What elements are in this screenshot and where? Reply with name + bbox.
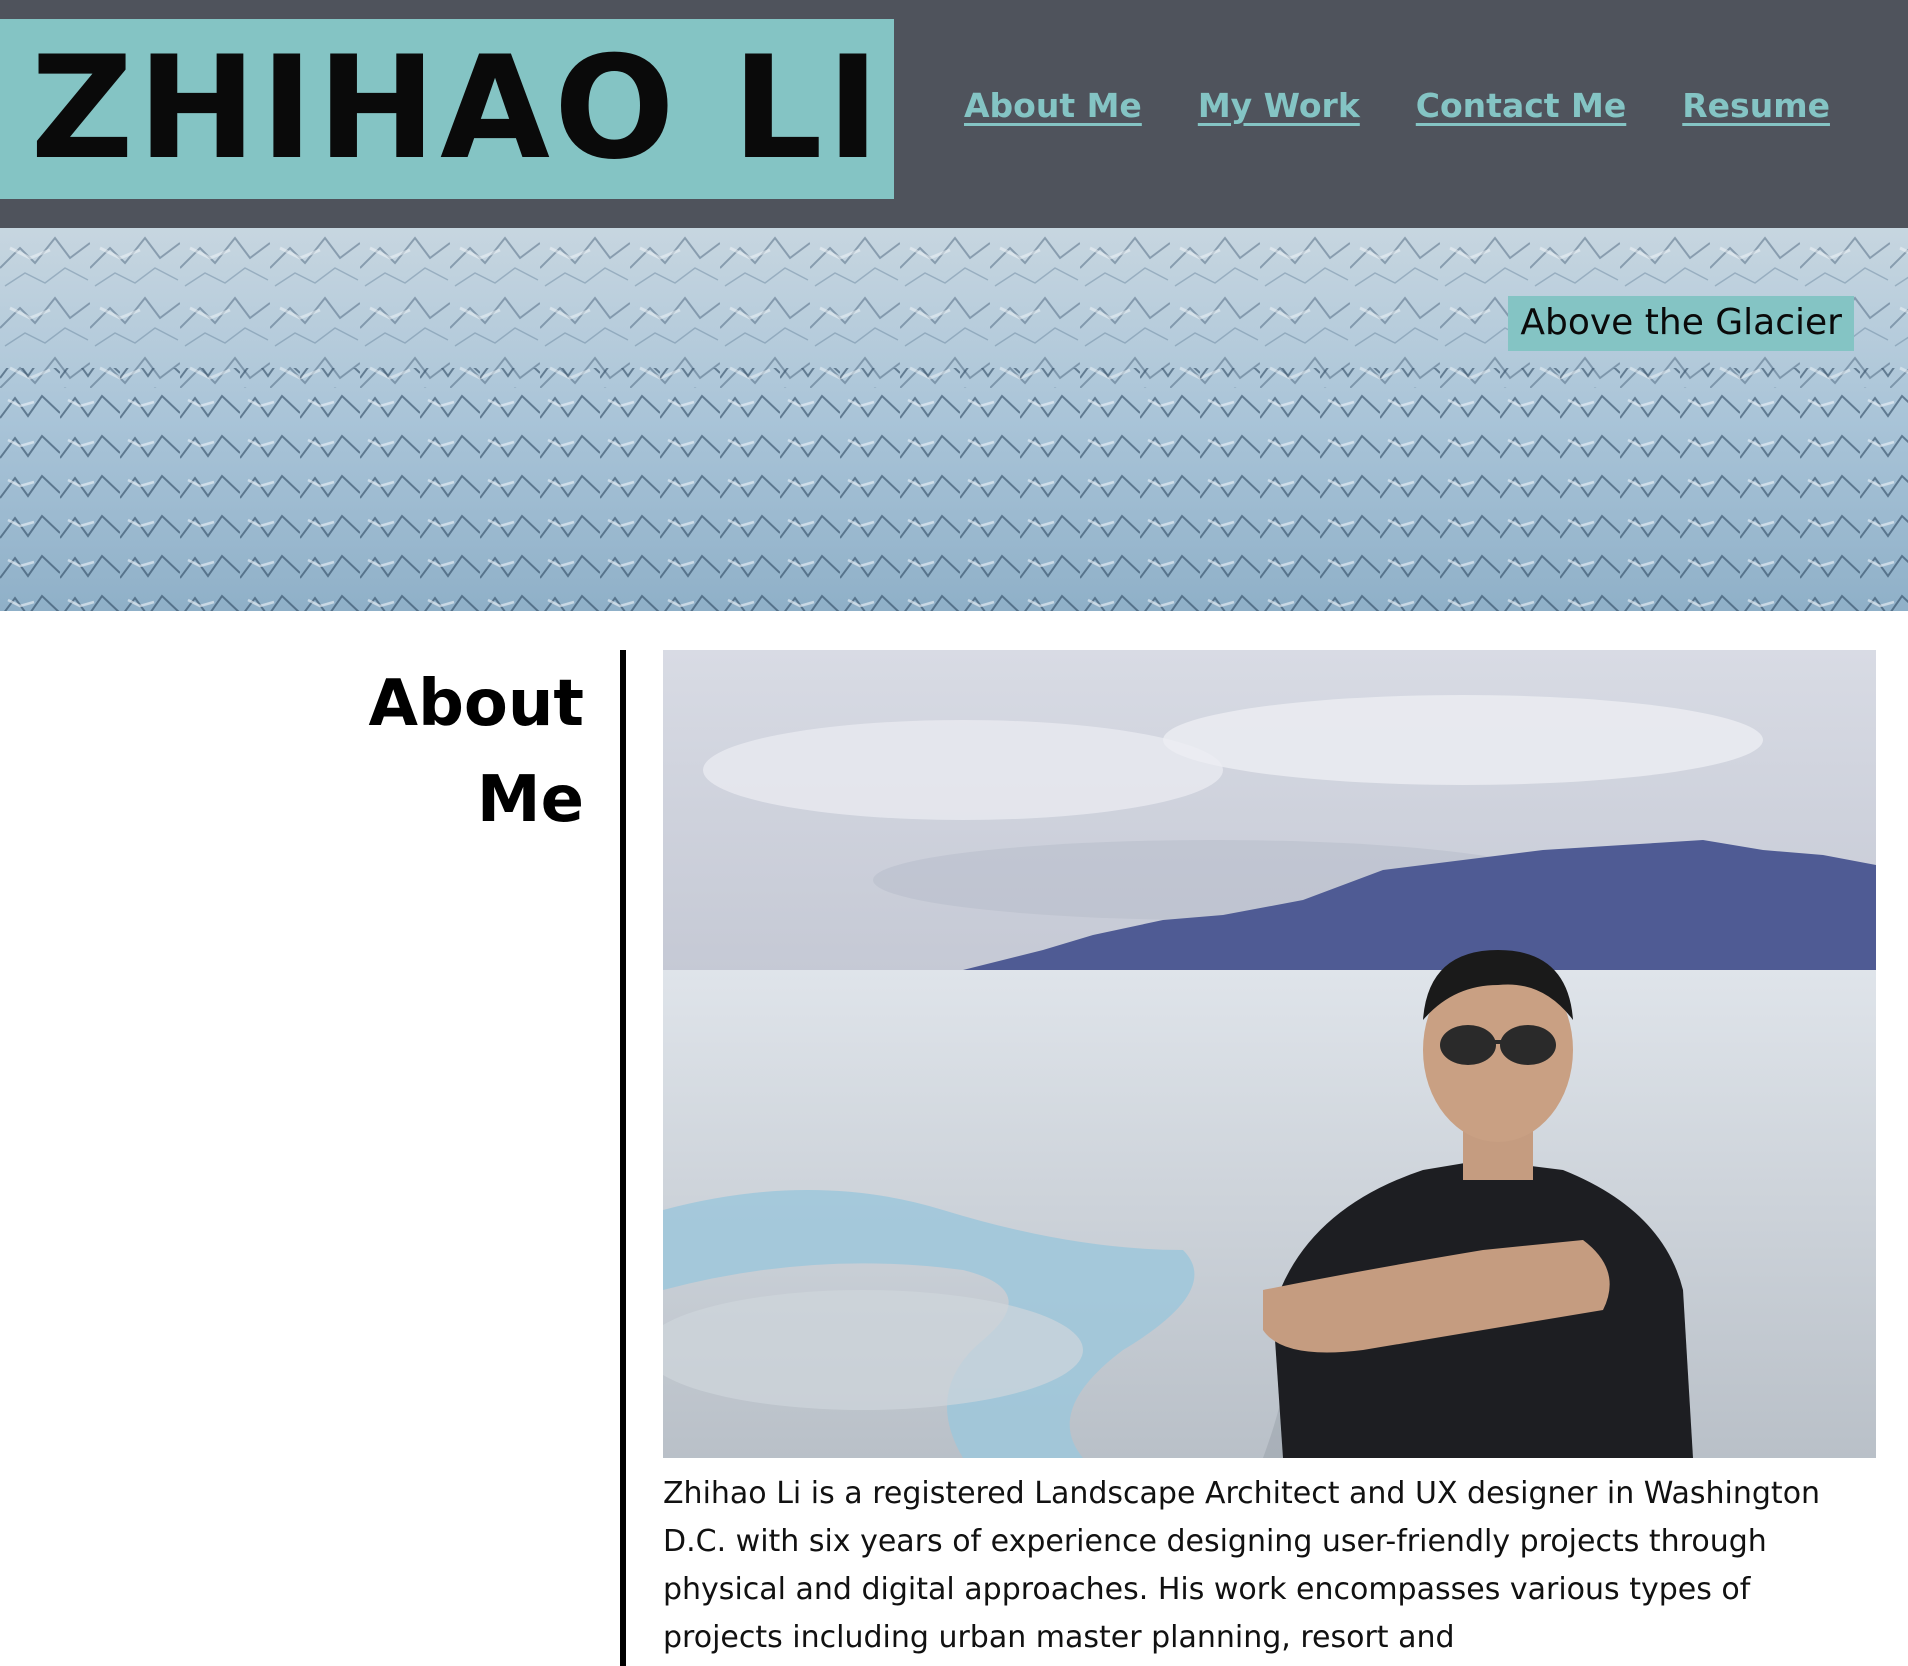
about-heading-line2: Me xyxy=(476,763,584,837)
nav-my-work[interactable]: My Work xyxy=(1198,86,1360,125)
hero-glacier-image xyxy=(0,228,1908,611)
hero-caption: Above the Glacier xyxy=(1508,296,1854,351)
nav-contact-me[interactable]: Contact Me xyxy=(1416,86,1626,125)
portrait-photo xyxy=(663,650,1876,1458)
about-bio-text: Zhihao Li is a registered Landscape Arch… xyxy=(663,1476,1821,1655)
portrait-illustration xyxy=(663,650,1876,1458)
glacier-illustration xyxy=(0,228,1908,611)
vertical-divider xyxy=(620,650,626,1666)
about-heading: About Me xyxy=(340,656,584,848)
brand-banner[interactable]: ZHIHAO LI xyxy=(0,19,894,199)
nav-resume[interactable]: Resume xyxy=(1682,86,1830,125)
site-title[interactable]: ZHIHAO LI xyxy=(11,38,884,180)
about-heading-line1: About xyxy=(368,667,584,741)
nav-about-me[interactable]: About Me xyxy=(964,86,1142,125)
site-header: ZHIHAO LI About Me My Work Contact Me Re… xyxy=(0,0,1908,228)
main-nav: About Me My Work Contact Me Resume xyxy=(964,86,1830,125)
